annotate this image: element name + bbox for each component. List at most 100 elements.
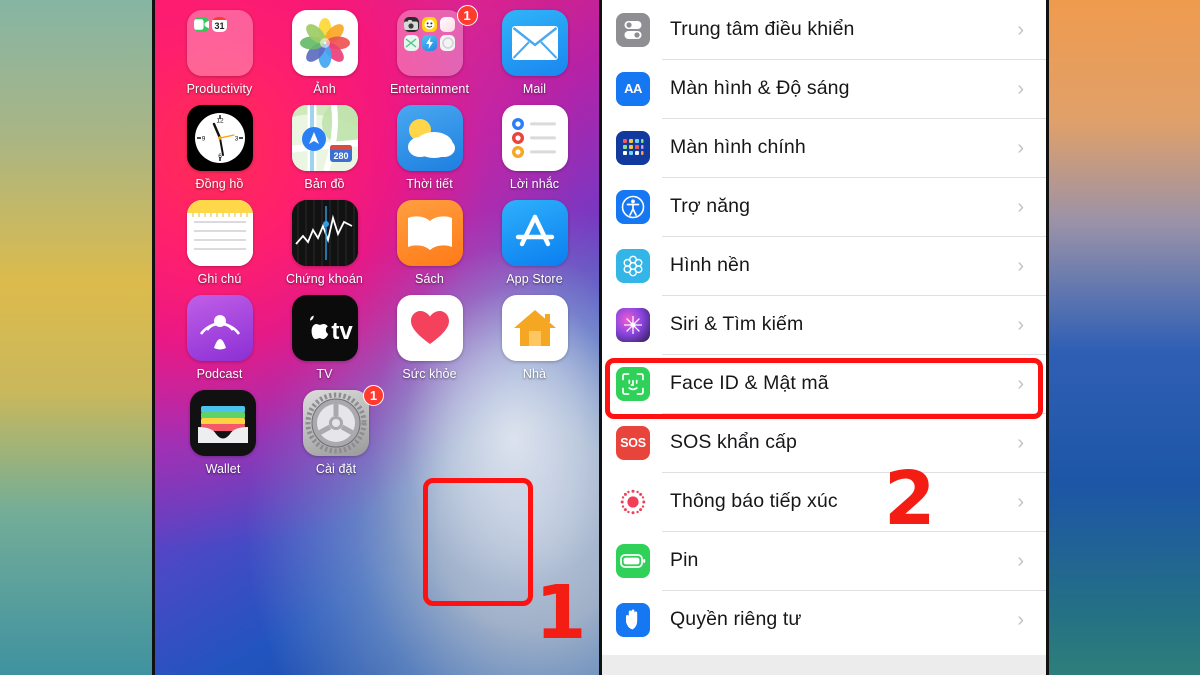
svg-text:9: 9	[201, 135, 205, 142]
highlight-box-settings-app	[423, 478, 533, 606]
settings-row-label: Pin	[670, 549, 699, 571]
home-icon	[501, 295, 568, 361]
app-grid: 31 Productivity Ảnh 1 Entertainment Mail…	[155, 5, 599, 485]
badge-count: 1	[363, 385, 384, 406]
app-tv[interactable]: tv TV	[281, 295, 369, 381]
app-entertainment[interactable]: 1 Entertainment	[386, 5, 478, 96]
app-weather[interactable]: Thời tiết	[386, 105, 474, 191]
calendar-mini-icon: 31	[211, 17, 228, 33]
wallpaper-icon	[616, 248, 650, 283]
app-clock[interactable]: 12 3 6 9 Đồng hồ	[176, 105, 264, 191]
snapchat-mini-icon	[421, 17, 438, 33]
weather-icon	[396, 105, 463, 171]
app-label: Entertainment	[389, 82, 470, 96]
app-maps[interactable]: 280 Bản đồ	[281, 105, 369, 191]
settings-row-label: Trợ năng	[670, 195, 751, 217]
settings-row-label: Quyền riêng tư	[670, 608, 802, 630]
app-label: Nhà	[522, 367, 547, 381]
settings-row-label: Màn hình chính	[670, 136, 806, 158]
circle-mini-icon	[440, 35, 456, 51]
svg-text:12: 12	[216, 118, 224, 125]
chevron-right-icon: ›	[1017, 431, 1024, 454]
app-row: Podcast tv TV Sức khỏe Nhà	[155, 295, 599, 381]
settings-row-accessibility[interactable]: Trợ năng ›	[602, 177, 1046, 236]
sos-icon: SOS	[616, 425, 650, 460]
chevron-right-icon: ›	[1017, 254, 1024, 277]
app-label: Sức khỏe	[402, 367, 457, 381]
app-label: Ảnh	[313, 82, 336, 96]
app-label: App Store	[506, 272, 563, 286]
settings-row-battery[interactable]: Pin ›	[602, 531, 1046, 590]
settings-row-label: Thông báo tiếp xúc	[670, 490, 838, 512]
svg-text:3: 3	[234, 135, 238, 142]
settings-gear-icon	[303, 390, 369, 456]
books-icon	[396, 200, 463, 266]
app-podcast[interactable]: Podcast	[176, 295, 264, 381]
app-photos[interactable]: Ảnh	[281, 10, 369, 96]
bolt-mini-icon	[421, 35, 438, 51]
app-label: Ghi chú	[197, 272, 242, 286]
app-health[interactable]: Sức khỏe	[386, 295, 474, 381]
app-wallet[interactable]: Wallet	[179, 390, 267, 476]
svg-text:6: 6	[218, 153, 222, 160]
notes-icon	[186, 200, 253, 266]
settings-list: Trung tâm điều khiển › AA Màn hình & Độ …	[602, 0, 1046, 649]
app-settings[interactable]: 1 Cài đặt	[292, 385, 384, 476]
app-label: Đồng hồ	[195, 177, 244, 191]
app-mail[interactable]: Mail	[491, 10, 579, 96]
app-row: 12 3 6 9 Đồng hồ 280 Bản đồ Thời tiết Lờ…	[155, 105, 599, 191]
settings-row-label: SOS khẩn cấp	[670, 431, 797, 453]
chevron-right-icon: ›	[1017, 18, 1024, 41]
home-screen-icon	[616, 130, 650, 165]
settings-row-privacy[interactable]: Quyền riêng tư ›	[602, 590, 1046, 649]
app-books[interactable]: Sách	[386, 200, 474, 286]
settings-row-siri-search[interactable]: Siri & Tìm kiếm ›	[602, 295, 1046, 354]
chevron-right-icon: ›	[1017, 77, 1024, 100]
app-home[interactable]: Nhà	[491, 295, 579, 381]
app-label: Sách	[415, 272, 444, 286]
health-icon	[396, 295, 463, 361]
calendar-day-label: 31	[214, 21, 225, 32]
app-row: Wallet 1 Cài đặt	[155, 385, 599, 476]
maps-icon: 280	[291, 105, 358, 171]
app-label: Wallet	[205, 462, 241, 476]
settings-row-wallpaper[interactable]: Hình nền ›	[602, 236, 1046, 295]
folder-productivity-icon: 31	[186, 10, 253, 76]
app-label: Productivity	[186, 82, 253, 96]
camera-mini-icon	[403, 17, 419, 33]
wallet-icon	[190, 390, 256, 456]
app-label: Cài đặt	[315, 462, 357, 476]
app-notes[interactable]: Ghi chú	[176, 200, 264, 286]
svg-text:tv: tv	[331, 318, 353, 341]
settings-row-display-brightness[interactable]: AA Màn hình & Độ sáng ›	[602, 59, 1046, 118]
app-productivity[interactable]: 31 Productivity	[176, 10, 264, 96]
chevron-right-icon: ›	[1017, 490, 1024, 513]
app-appstore[interactable]: App Store	[491, 200, 579, 286]
app-stocks[interactable]: Chứng khoán	[281, 200, 369, 286]
app-label: Chứng khoán	[286, 272, 363, 286]
facetime-mini-icon	[193, 17, 209, 33]
control-center-icon	[616, 12, 650, 47]
clock-icon: 12 3 6 9	[186, 105, 253, 171]
chevron-right-icon: ›	[1017, 136, 1024, 159]
settings-row-emergency-sos[interactable]: SOS SOS khẩn cấp ›	[602, 413, 1046, 472]
settings-row-exposure-notification[interactable]: Thông báo tiếp xúc ›	[602, 472, 1046, 531]
settings-row-label: Hình nền	[670, 254, 750, 276]
settings-row-label: Màn hình & Độ sáng	[670, 77, 850, 99]
settings-row-home-screen[interactable]: Màn hình chính ›	[602, 118, 1046, 177]
settings-row-control-center[interactable]: Trung tâm điều khiển ›	[602, 0, 1046, 59]
app-label: Thời tiết	[406, 177, 453, 191]
reminders-icon	[501, 105, 568, 171]
maps-shield-label: 280	[333, 151, 348, 161]
sos-icon-text: SOS	[620, 435, 646, 450]
app-reminders[interactable]: Lời nhắc	[491, 105, 579, 191]
app-label: Podcast	[196, 367, 243, 381]
appstore-icon	[501, 200, 568, 266]
privacy-hand-icon	[616, 602, 650, 637]
tv-icon: tv	[291, 295, 358, 361]
step-number-2: 2	[884, 456, 936, 542]
photos-icon	[291, 10, 358, 76]
stocks-icon	[291, 200, 358, 266]
settings-row-label: Siri & Tìm kiếm	[670, 313, 804, 335]
instagram-mini-icon	[440, 17, 456, 33]
